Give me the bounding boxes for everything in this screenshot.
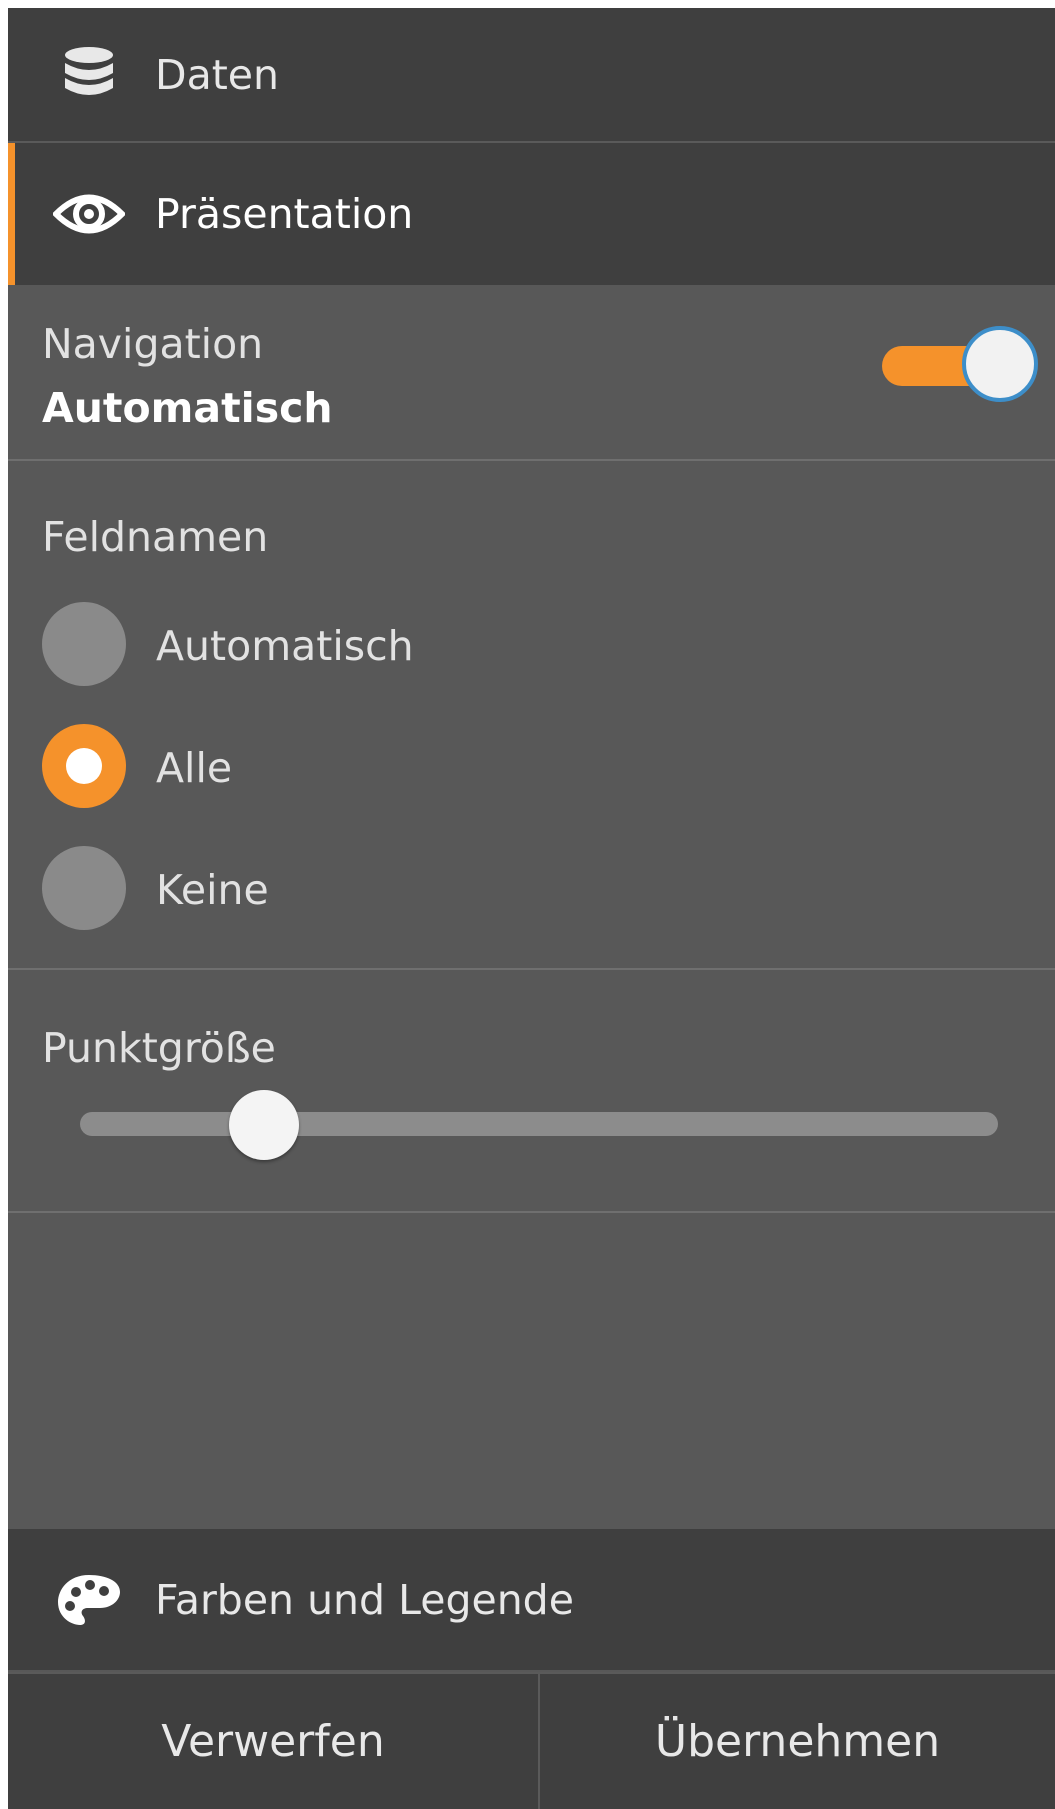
navigation-value: Automatisch: [42, 384, 333, 432]
section-header-presentation[interactable]: Präsentation: [8, 143, 1055, 285]
palette-icon: [44, 1572, 134, 1628]
discard-button[interactable]: Verwerfen: [8, 1674, 538, 1809]
radio-all[interactable]: [42, 724, 126, 808]
footer: Verwerfen Übernehmen: [8, 1672, 1055, 1809]
radio-automatic-label[interactable]: Automatisch: [156, 622, 414, 670]
database-icon: [44, 45, 134, 105]
field-names-label: Feldnamen: [42, 513, 269, 561]
divider: [8, 968, 1055, 970]
apply-button[interactable]: Übernehmen: [540, 1674, 1055, 1809]
properties-panel: Daten Präsentation Navigation Automatisc…: [8, 8, 1055, 1809]
section-label: Präsentation: [155, 190, 414, 238]
divider: [8, 459, 1055, 461]
section-header-data[interactable]: Daten: [8, 8, 1055, 143]
active-indicator: [8, 143, 15, 285]
section-label: Daten: [155, 50, 279, 99]
navigation-toggle[interactable]: [882, 326, 1052, 402]
radio-automatic[interactable]: [42, 602, 126, 686]
radio-all-label[interactable]: Alle: [156, 744, 232, 792]
point-size-label: Punktgröße: [42, 1024, 276, 1072]
divider: [8, 1211, 1055, 1213]
section-label: Farben und Legende: [155, 1575, 574, 1624]
point-size-slider-handle[interactable]: [228, 1090, 299, 1160]
point-size-slider-track[interactable]: [80, 1112, 998, 1136]
navigation-label: Navigation: [42, 320, 264, 368]
radio-dot: [66, 748, 102, 784]
radio-none[interactable]: [42, 846, 126, 930]
eye-icon: [44, 191, 134, 237]
toggle-knob: [962, 326, 1038, 402]
radio-none-label[interactable]: Keine: [156, 866, 269, 914]
section-header-colors-legend[interactable]: Farben und Legende: [8, 1529, 1055, 1670]
